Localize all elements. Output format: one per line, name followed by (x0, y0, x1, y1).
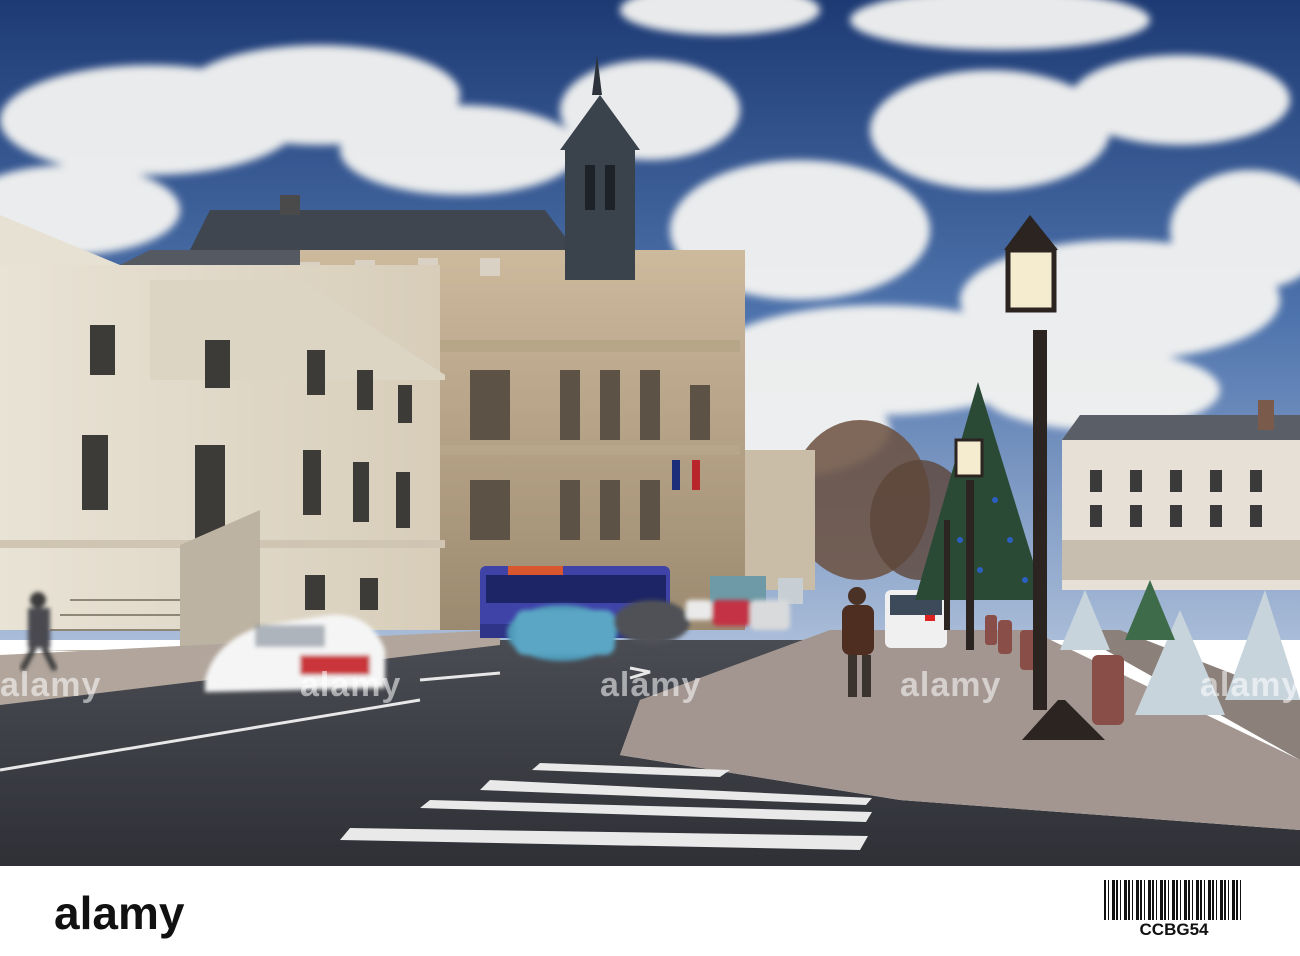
right-building (1062, 400, 1300, 590)
alamy-logo[interactable]: alamy (54, 886, 184, 940)
image-id-block: CCBG54 (1104, 880, 1244, 940)
street-photo (0, 0, 1300, 866)
image-code: CCBG54 (1139, 920, 1209, 939)
barcode-icon (1104, 880, 1244, 920)
street-buildings (745, 450, 815, 590)
left-building (0, 215, 445, 655)
